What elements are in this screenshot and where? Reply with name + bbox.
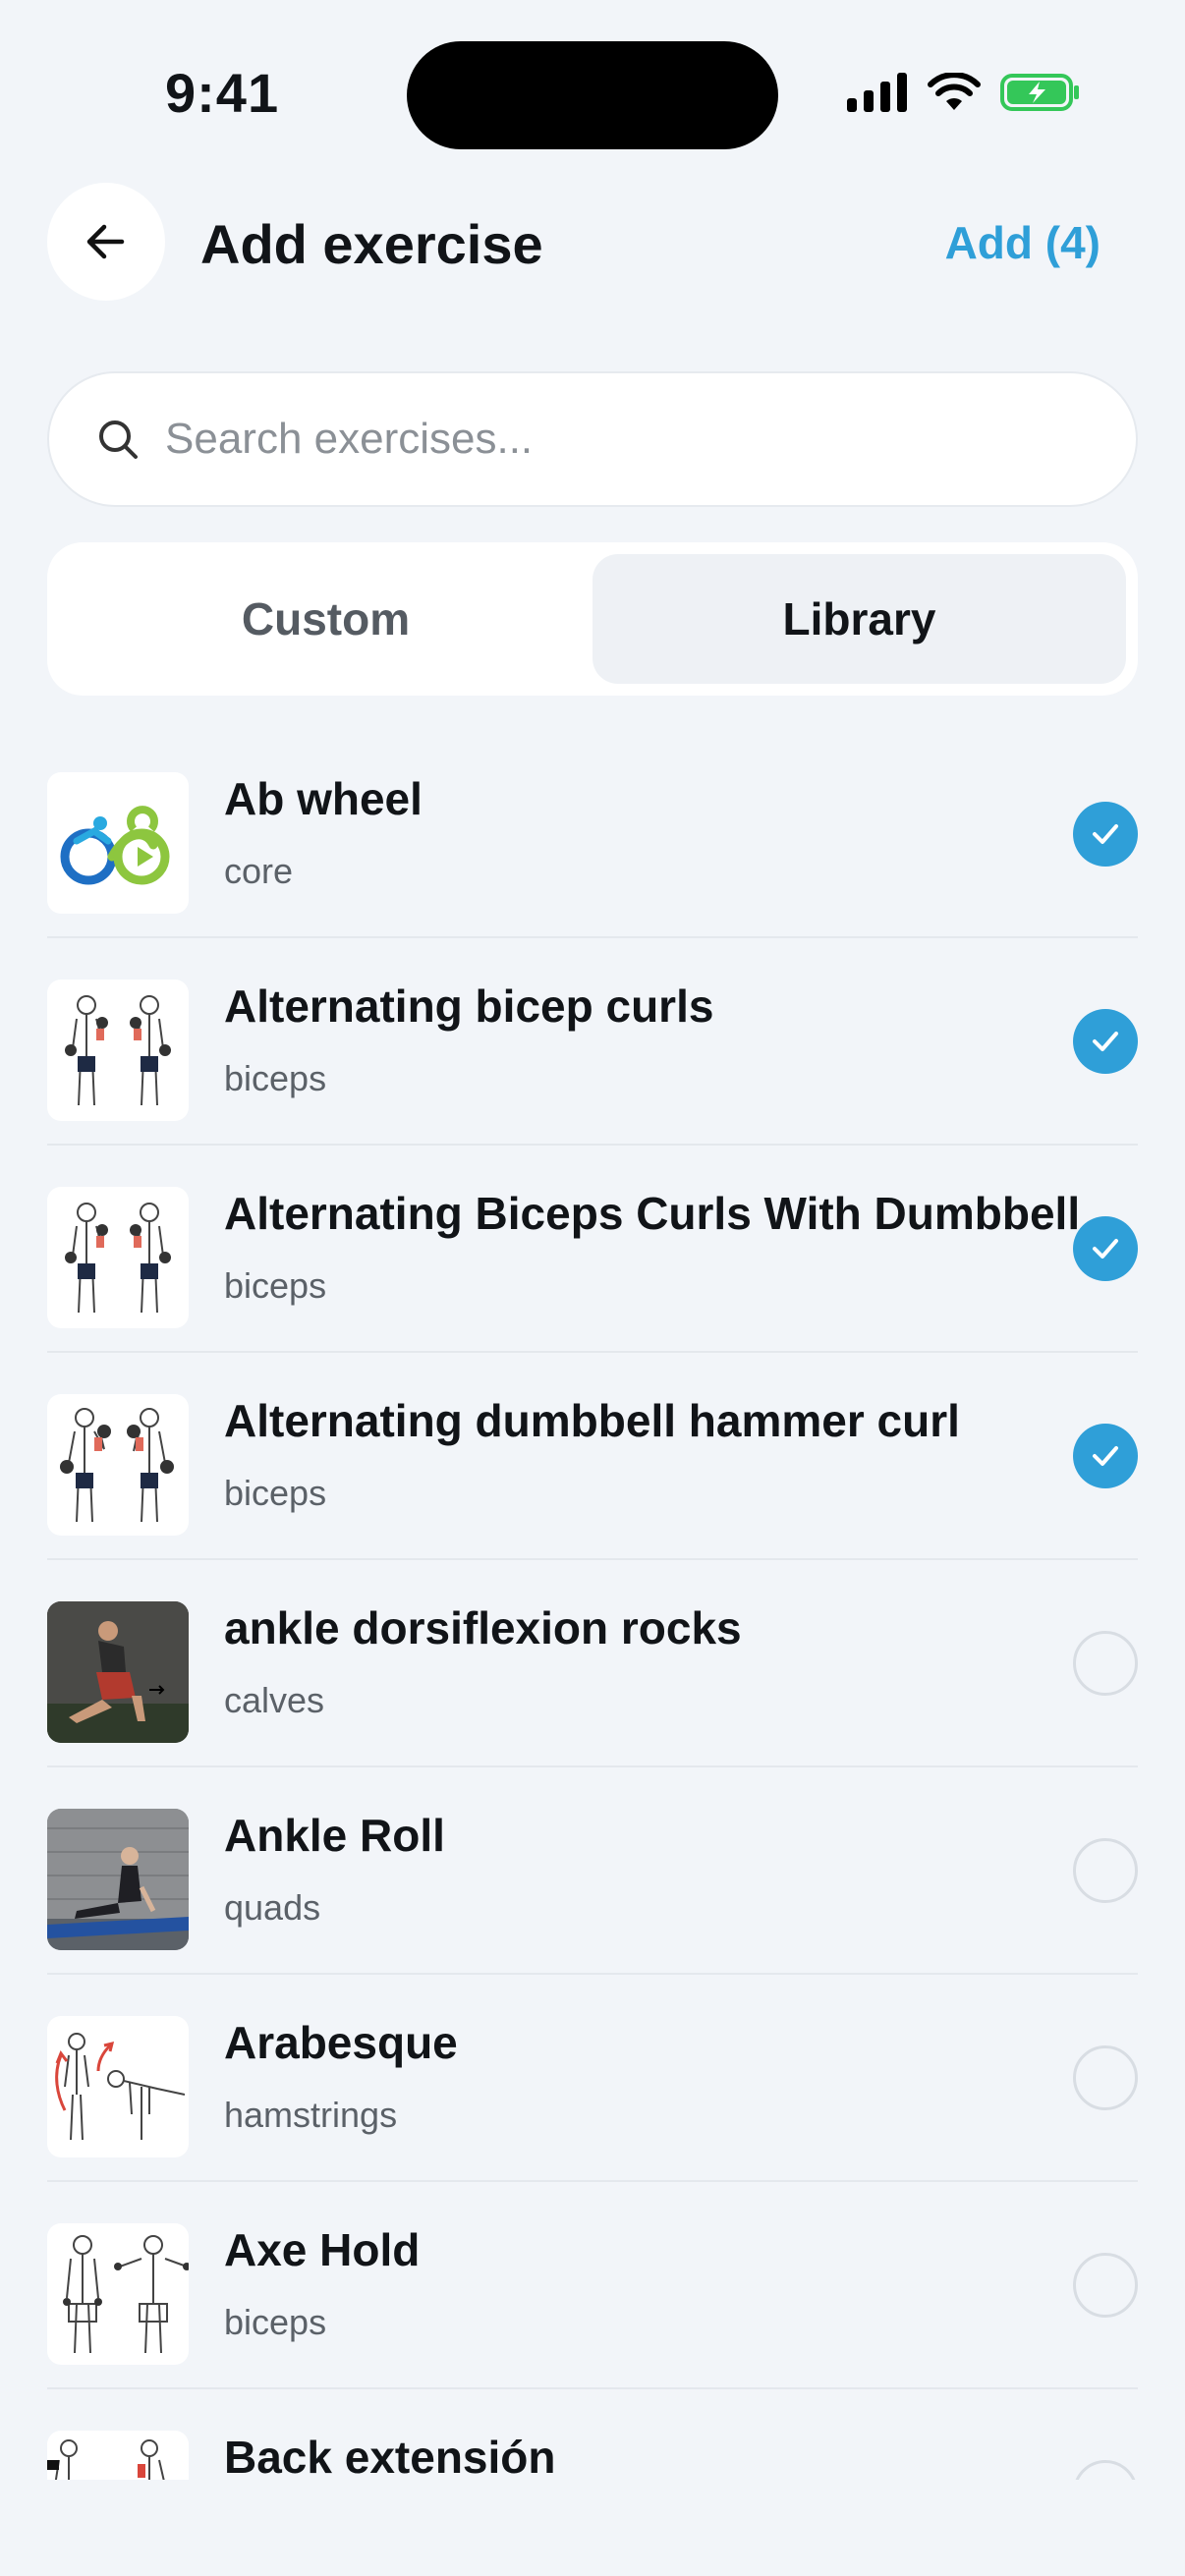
list-item[interactable]: Alternating bicep curls biceps — [47, 938, 1138, 1146]
exercise-photo — [47, 1601, 189, 1743]
back-extension-illustration — [47, 2431, 189, 2480]
list-item[interactable]: Arabesque hamstrings — [47, 1975, 1138, 2182]
exercise-name: Alternating dumbbell hammer curl — [224, 1395, 960, 1446]
exercise-photo — [47, 1809, 189, 1950]
exercise-name: Alternating bicep curls — [224, 980, 714, 1032]
exercise-category: biceps — [224, 1265, 327, 1306]
app-logo-icon — [47, 772, 189, 914]
checkmark-icon — [1093, 824, 1118, 844]
unselected-checkbox[interactable] — [1073, 1838, 1138, 1903]
hammer-curl-illustration — [47, 1394, 189, 1536]
battery-icon — [1000, 74, 1079, 111]
exercise-name: Back extensión — [224, 2432, 556, 2480]
back-button[interactable] — [47, 183, 165, 301]
exercise-name: Axe Hold — [224, 2224, 421, 2275]
exercise-category: quads — [224, 1887, 321, 1928]
exercise-category: biceps — [224, 1473, 327, 1513]
checkmark-icon — [1093, 1239, 1118, 1259]
status-bar: 9:41 — [0, 0, 1185, 177]
arrow-left-icon — [86, 224, 125, 259]
exercise-name: Arabesque — [224, 2017, 458, 2068]
segmented-control: Custom Library — [47, 542, 1138, 696]
page-title: Add exercise — [200, 213, 543, 275]
exercise-category: calves — [224, 1680, 325, 1720]
checkmark-icon — [1093, 1032, 1118, 1051]
unselected-checkbox[interactable] — [1073, 2045, 1138, 2110]
exercise-name: ankle dorsiflexion rocks — [224, 1602, 742, 1653]
selected-checkbox[interactable] — [1073, 1216, 1138, 1281]
selected-checkbox[interactable] — [1073, 1424, 1138, 1488]
list-item[interactable]: Ab wheel core — [47, 731, 1138, 938]
curl-illustration — [47, 1187, 189, 1328]
arabesque-illustration — [47, 2016, 189, 2157]
checkmark-icon — [1093, 1446, 1118, 1466]
search-icon — [99, 420, 138, 459]
tab-custom[interactable]: Custom — [59, 554, 592, 684]
list-item[interactable]: Alternating dumbbell hammer curl biceps — [47, 1353, 1138, 1560]
list-item[interactable]: Ankle Roll quads — [47, 1767, 1138, 1975]
curl-illustration — [47, 980, 189, 1121]
search-bar[interactable] — [47, 371, 1138, 507]
axe-hold-illustration — [47, 2223, 189, 2365]
exercise-category: core — [224, 851, 294, 891]
wifi-icon — [928, 73, 981, 110]
exercise-name: Ankle Roll — [224, 1810, 445, 1861]
unselected-checkbox[interactable] — [1073, 2460, 1138, 2480]
exercise-category: hamstrings — [224, 2095, 398, 2135]
list-item[interactable]: Axe Hold biceps — [47, 2182, 1138, 2389]
exercise-name: Alternating Biceps Curls With Dumbbell — [224, 1188, 1081, 1239]
search-input[interactable] — [165, 415, 1049, 464]
selected-checkbox[interactable] — [1073, 802, 1138, 867]
exercise-name: Ab wheel — [224, 773, 423, 824]
add-selected-button[interactable]: Add (4) — [945, 216, 1100, 269]
exercise-list: Ab wheel core Alternating bicep curls bi… — [47, 731, 1138, 2480]
list-item[interactable]: Back extensión — [47, 2389, 1138, 2480]
dynamic-island — [407, 41, 778, 149]
selected-checkbox[interactable] — [1073, 1009, 1138, 1074]
unselected-checkbox[interactable] — [1073, 2253, 1138, 2318]
unselected-checkbox[interactable] — [1073, 1631, 1138, 1696]
status-icons — [847, 73, 1081, 112]
list-item[interactable]: Alternating Biceps Curls With Dumbbell b… — [47, 1146, 1138, 1353]
exercise-category: biceps — [224, 2302, 327, 2342]
tab-library[interactable]: Library — [592, 554, 1126, 684]
exercise-category: biceps — [224, 1058, 327, 1098]
list-item[interactable]: ankle dorsiflexion rocks calves — [47, 1560, 1138, 1767]
status-time: 9:41 — [165, 62, 280, 124]
signal-icon — [847, 73, 907, 112]
